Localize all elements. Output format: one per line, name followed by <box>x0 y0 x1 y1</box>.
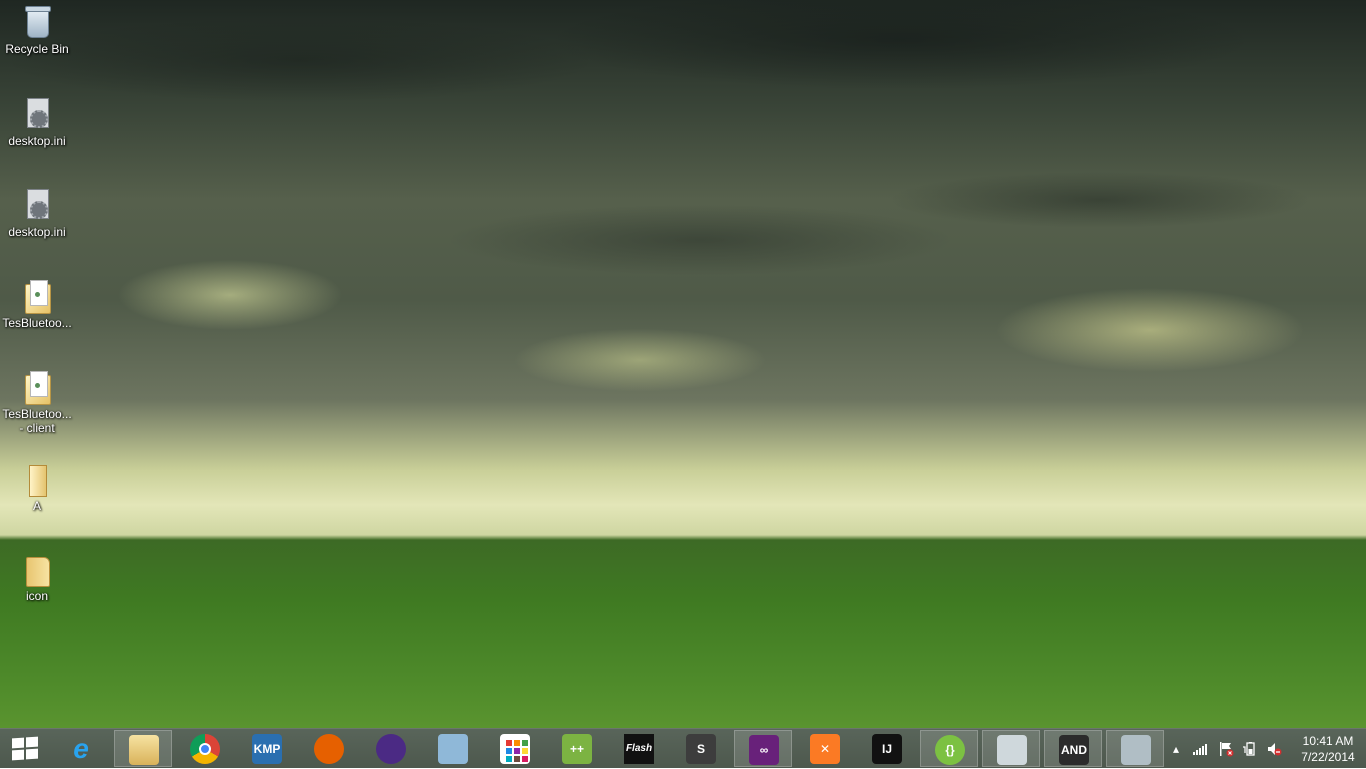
desktop-icon-label: desktop.ini <box>8 225 66 239</box>
taskbar-app-notepad-plus-plus[interactable]: ++ <box>548 730 606 767</box>
taskbar-app-intellij[interactable]: IJ <box>858 730 916 767</box>
taskbar: e KMP ++ Flash S ∞ ✕ IJ {} AND ▴ 10:41 AM… <box>0 728 1366 768</box>
desktop-icon-a[interactable]: A <box>0 461 74 513</box>
taskbar-app-file-explorer[interactable] <box>114 730 172 767</box>
xampp-icon: ✕ <box>810 734 840 764</box>
file-explorer-icon <box>129 735 159 765</box>
notepad-plus-plus-icon: ++ <box>562 734 592 764</box>
signal-bars-icon[interactable] <box>1192 741 1208 757</box>
clock-date: 7/22/2014 <box>1301 750 1355 764</box>
settings-file-icon <box>19 187 55 223</box>
taskbar-app-eclipse[interactable] <box>362 730 420 767</box>
desktop-icon-desktop-ini-2[interactable]: desktop.ini <box>0 187 74 239</box>
kmplayer-icon: KMP <box>252 734 282 764</box>
start-button[interactable] <box>0 729 50 769</box>
cube-icon <box>438 734 468 764</box>
desktop-icon-label: TesBluetoo... <box>2 316 72 330</box>
desktop-icon-label: Recycle Bin <box>5 42 69 56</box>
desktop-icon-label: A <box>32 499 41 513</box>
taskbar-app-firefox[interactable] <box>300 730 358 767</box>
taskbar-app-flash[interactable]: Flash <box>610 730 668 767</box>
action-center-flag-icon[interactable] <box>1218 741 1234 757</box>
taskbar-app-android-studio[interactable]: AND <box>1044 730 1102 767</box>
brackets-icon: {} <box>935 735 965 765</box>
wallpaper-clouds <box>0 0 1366 480</box>
desktop-icon-tesbluetooth[interactable]: TesBluetoo... <box>0 278 74 330</box>
android-icon: AND <box>1059 735 1089 765</box>
taskbar-app-sublime-text[interactable]: S <box>672 730 730 767</box>
taskbar-app-kmplayer[interactable]: KMP <box>238 730 296 767</box>
windows-logo-icon <box>12 736 38 761</box>
paint-palette-icon <box>1121 735 1151 765</box>
taskbar-app-xampp[interactable]: ✕ <box>796 730 854 767</box>
taskbar-app-brackets[interactable]: {} <box>920 730 978 767</box>
desktop-icon-icon[interactable]: icon <box>0 551 74 603</box>
taskbar-app-paint[interactable] <box>1106 730 1164 767</box>
internet-explorer-icon: e <box>73 733 89 764</box>
battery-icon[interactable] <box>1242 741 1258 757</box>
desktop-icon-label: TesBluetoo... - client <box>2 407 72 435</box>
desktop-icon-tesbluetooth-client[interactable]: TesBluetoo... - client <box>0 369 74 435</box>
settings-file-icon <box>19 96 55 132</box>
folder-document-icon <box>19 369 55 405</box>
desktop-icon-label: desktop.ini <box>8 134 66 148</box>
chevron-up-icon[interactable]: ▴ <box>1168 741 1184 757</box>
taskbar-app-app-grid[interactable] <box>486 730 544 767</box>
taskbar-app-photo-viewer[interactable] <box>982 730 1040 767</box>
chrome-icon <box>190 734 220 764</box>
volume-muted-icon[interactable] <box>1266 741 1282 757</box>
recycle-bin-icon <box>19 4 55 40</box>
clock-time: 10:41 AM <box>1302 734 1354 748</box>
desktop[interactable]: Recycle Bin desktop.ini desktop.ini TesB… <box>0 0 1366 728</box>
desktop-icon-label: icon <box>25 589 48 603</box>
taskbar-app-internet-explorer[interactable]: e <box>52 730 110 767</box>
sublime-text-icon: S <box>686 734 716 764</box>
flash-icon: Flash <box>624 734 654 764</box>
eclipse-icon <box>376 734 406 764</box>
taskbar-app-visual-studio[interactable]: ∞ <box>734 730 792 767</box>
desktop-icon-recycle-bin[interactable]: Recycle Bin <box>0 4 74 56</box>
folder-icon <box>19 551 55 587</box>
visual-studio-icon: ∞ <box>749 735 779 765</box>
system-tray: ▴ <box>1166 729 1290 769</box>
firefox-icon <box>314 734 344 764</box>
app-grid-icon <box>500 734 530 764</box>
intellij-icon: IJ <box>872 734 902 764</box>
desktop-icon-desktop-ini[interactable]: desktop.ini <box>0 96 74 148</box>
open-folder-icon <box>19 461 55 497</box>
taskbar-app-virtualbox[interactable] <box>424 730 482 767</box>
photo-viewer-icon <box>997 735 1027 765</box>
taskbar-clock[interactable]: 10:41 AM 7/22/2014 <box>1290 729 1366 769</box>
taskbar-app-chrome[interactable] <box>176 730 234 767</box>
folder-document-icon <box>19 278 55 314</box>
